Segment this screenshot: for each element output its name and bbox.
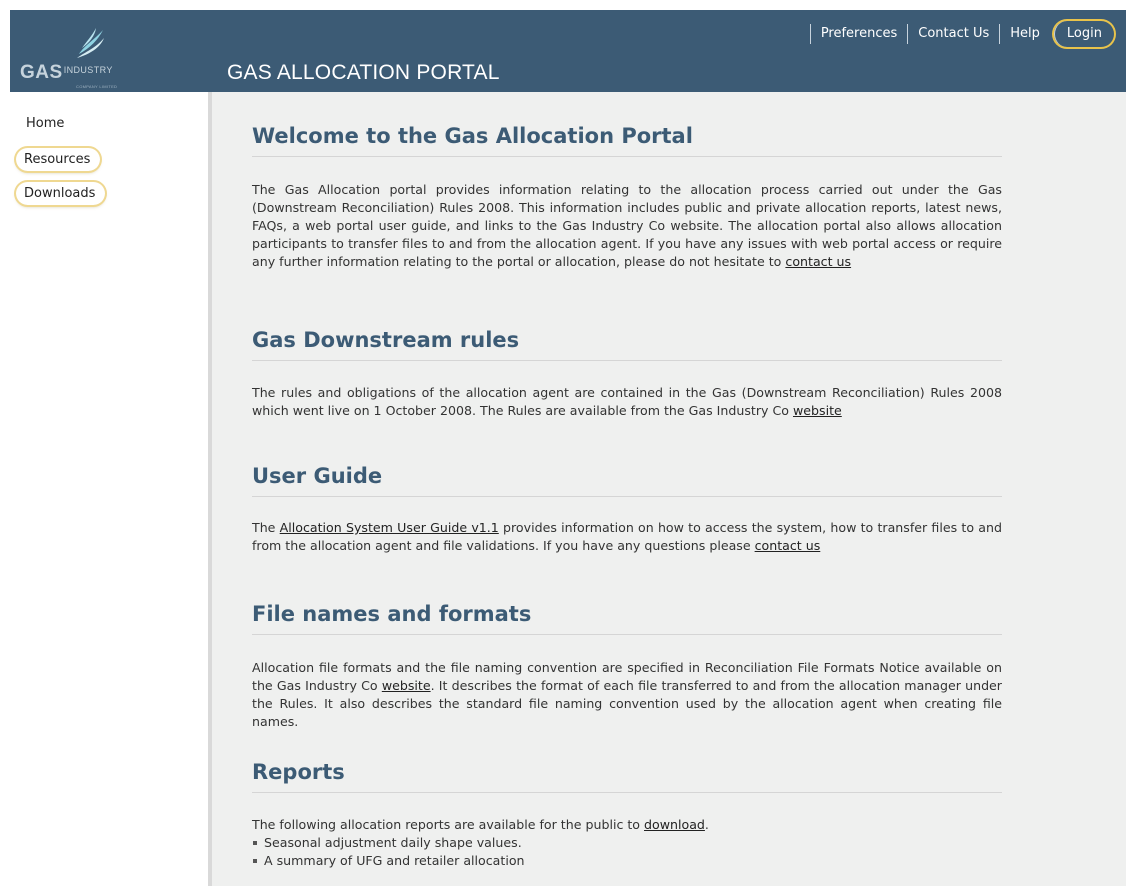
- file-formats-section: File names and formats Allocation file f…: [252, 602, 1002, 731]
- user-guide-contact-us-link[interactable]: contact us: [755, 538, 821, 553]
- reports-paragraph: The following allocation reports are ava…: [252, 816, 1002, 834]
- reports-text-end: .: [704, 817, 709, 832]
- rules-paragraph: The rules and obligations of the allocat…: [252, 384, 1002, 420]
- reports-download-link[interactable]: download: [644, 817, 705, 832]
- reports-section: Reports The following allocation reports…: [252, 760, 1002, 870]
- sidebar-link-resources[interactable]: Resources: [16, 148, 100, 171]
- site-header: GASINDUSTRY COMPANY LIMITED GAS ALLOCATI…: [10, 10, 1126, 92]
- user-guide-heading: User Guide: [252, 464, 1002, 497]
- user-guide-paragraph: The Allocation System User Guide v1.1 pr…: [252, 519, 1002, 555]
- contact-us-link[interactable]: Contact Us: [907, 24, 999, 44]
- rules-heading: Gas Downstream rules: [252, 328, 1002, 361]
- logo-company-text: COMPANY LIMITED: [76, 84, 118, 89]
- reports-heading: Reports: [252, 760, 1002, 793]
- preferences-link[interactable]: Preferences: [809, 24, 907, 44]
- sidebar-item-downloads: Downloads: [10, 180, 208, 214]
- logo-industry-text: INDUSTRY: [63, 65, 113, 75]
- user-guide-link[interactable]: Allocation System User Guide v1.1: [280, 520, 499, 535]
- sidebar-link-home[interactable]: Home: [26, 114, 64, 133]
- sidebar-item-resources: Resources: [10, 146, 208, 180]
- login-link[interactable]: Login: [1053, 21, 1114, 47]
- rules-text: The rules and obligations of the allocat…: [252, 385, 1002, 418]
- welcome-paragraph: The Gas Allocation portal provides infor…: [252, 181, 1002, 271]
- gas-industry-logo[interactable]: GASINDUSTRY COMPANY LIMITED: [10, 10, 152, 92]
- rules-website-link[interactable]: website: [793, 403, 842, 418]
- user-guide-section: User Guide The Allocation System User Gu…: [252, 464, 1002, 555]
- reports-text: The following allocation reports are ava…: [252, 817, 645, 832]
- site-title: GAS ALLOCATION PORTAL: [227, 61, 500, 84]
- file-formats-paragraph: Allocation file formats and the file nam…: [252, 659, 1002, 731]
- welcome-section: Welcome to the Gas Allocation Portal The…: [252, 124, 1002, 271]
- top-navigation: Preferences Contact Us Help Login: [809, 20, 1114, 48]
- list-item: Seasonal adjustment daily shape values.: [252, 834, 1002, 852]
- logo-gas-text: GAS: [20, 62, 63, 83]
- user-guide-text-before: The: [252, 520, 280, 535]
- file-formats-heading: File names and formats: [252, 602, 1002, 635]
- sidebar: Home Resources Downloads: [10, 92, 212, 886]
- welcome-contact-us-link[interactable]: contact us: [785, 254, 851, 269]
- main-content: Welcome to the Gas Allocation Portal The…: [212, 92, 1126, 886]
- logo-wordmark: GASINDUSTRY COMPANY LIMITED: [20, 62, 117, 89]
- welcome-text: The Gas Allocation portal provides infor…: [252, 182, 1002, 269]
- file-formats-website-link[interactable]: website: [382, 678, 431, 693]
- sidebar-item-home: Home: [10, 112, 208, 146]
- reports-list: Seasonal adjustment daily shape values. …: [252, 834, 1002, 870]
- sidebar-menu: Home Resources Downloads: [10, 92, 208, 214]
- list-item: A summary of UFG and retailer allocation: [252, 852, 1002, 870]
- rules-section: Gas Downstream rules The rules and oblig…: [252, 328, 1002, 420]
- sidebar-link-downloads[interactable]: Downloads: [16, 182, 105, 205]
- flame-logo-icon: [77, 28, 104, 58]
- welcome-heading: Welcome to the Gas Allocation Portal: [252, 124, 1002, 157]
- help-link[interactable]: Help: [999, 24, 1050, 44]
